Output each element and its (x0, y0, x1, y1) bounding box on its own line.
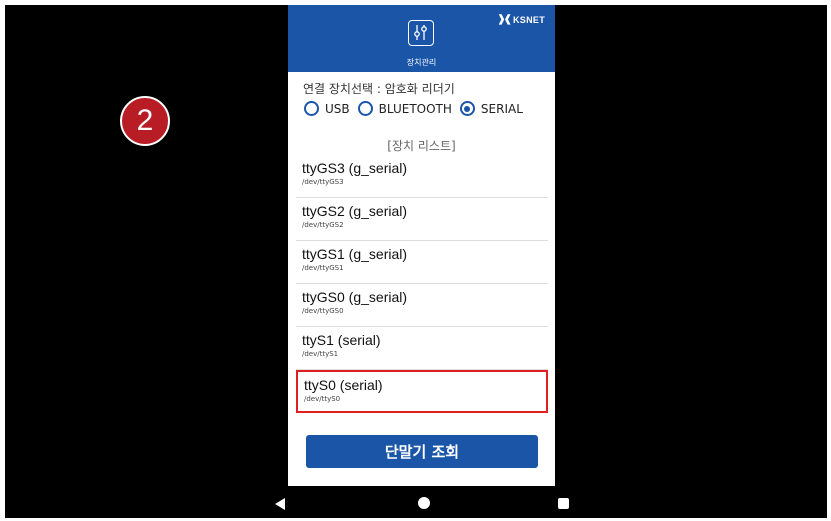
connection-select-label: 연결 장치선택 : 암호화 리더기 (303, 82, 455, 96)
device-path: /dev/ttyGS2 (302, 221, 344, 229)
device-item-ttygs2[interactable]: ttyGS2 (g_serial) /dev/ttyGS2 (296, 198, 548, 241)
brand-logo: ❱❰ KSNET (497, 14, 545, 25)
device-list: ttyGS3 (g_serial) /dev/ttyGS3 ttyGS2 (g_… (296, 155, 548, 413)
device-name: ttyGS0 (g_serial) (302, 289, 408, 305)
device-path: /dev/ttyGS3 (302, 178, 344, 186)
radio-serial[interactable]: SERIAL (459, 101, 523, 116)
recent-apps-icon[interactable] (558, 498, 569, 509)
home-icon[interactable] (418, 497, 430, 509)
radio-bluetooth[interactable]: BLUETOOTH (357, 101, 452, 116)
device-item-ttys1[interactable]: ttyS1 (serial) /dev/ttyS1 (296, 327, 548, 370)
radio-circle-icon (357, 101, 373, 116)
device-path: /dev/ttyS1 (302, 350, 339, 358)
device-item-ttys0-selected[interactable]: ttyS0 (serial) /dev/ttyS0 (296, 370, 548, 413)
device-path: /dev/ttyGS1 (302, 264, 344, 272)
device-path: /dev/ttyS0 (304, 395, 341, 403)
device-path: /dev/ttyGS0 (302, 307, 344, 315)
connection-radio-group: USB BLUETOOTH SERIAL (304, 101, 531, 116)
device-item-ttygs3[interactable]: ttyGS3 (g_serial) /dev/ttyGS3 (296, 155, 548, 198)
radio-usb[interactable]: USB (304, 101, 350, 116)
device-item-ttygs1[interactable]: ttyGS1 (g_serial) /dev/ttyGS1 (296, 241, 548, 284)
radio-label: USB (325, 101, 350, 116)
radio-label: BLUETOOTH (378, 101, 452, 116)
radio-label: SERIAL (480, 101, 523, 116)
app-header: ❱❰ KSNET 장치관리 (288, 5, 555, 72)
header-title: 장치관리 (406, 58, 437, 67)
brand-name: KSNET (512, 14, 545, 25)
step-number-badge: 2 (120, 96, 170, 146)
device-name: ttyS0 (serial) (304, 377, 383, 393)
phone-screen: ❱❰ KSNET 장치관리 연결 장치선택 : 암호화 리더기 USB BLUE… (288, 5, 555, 486)
back-icon[interactable] (275, 498, 285, 510)
device-name: ttyGS1 (g_serial) (302, 246, 408, 262)
device-name: ttyGS2 (g_serial) (302, 203, 408, 219)
device-list-title: [장치 리스트] (387, 139, 456, 153)
device-name: ttyS1 (serial) (302, 332, 381, 348)
radio-circle-icon (304, 101, 319, 116)
android-navbar (230, 490, 610, 518)
terminal-query-button[interactable]: 단말기 조회 (306, 435, 538, 468)
radio-checked-icon (459, 101, 475, 116)
device-item-ttygs0[interactable]: ttyGS0 (g_serial) /dev/ttyGS0 (296, 284, 548, 327)
sliders-icon[interactable] (408, 20, 434, 46)
device-name: ttyGS3 (g_serial) (302, 160, 408, 176)
brand-mark-icon: ❱❰ (497, 14, 512, 25)
